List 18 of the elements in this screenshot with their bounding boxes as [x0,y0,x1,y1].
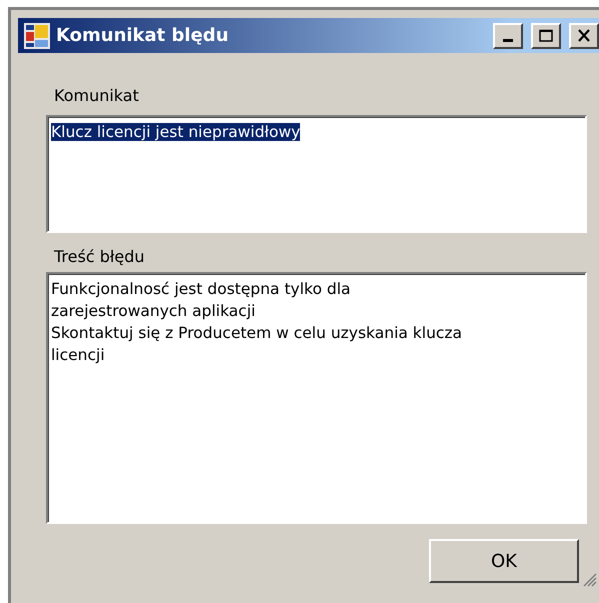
details-label: Treść błędu [54,247,146,266]
details-text-line: licencji [51,345,106,366]
details-text-line: Funkcjonalnosć jest dostępna tylko dla [51,279,352,300]
details-text-line: zarejestrowanych aplikacji [51,301,256,322]
minimize-button[interactable] [493,22,523,48]
close-icon [577,29,591,42]
minimize-icon [503,39,513,42]
app-icon [24,22,50,48]
ok-button[interactable]: OK [429,539,579,583]
message-label: Komunikat [54,86,140,105]
close-button[interactable] [569,22,599,48]
window-title: Komunikat blędu [56,25,230,46]
message-text: Klucz licencji jest nieprawidłowy [51,123,300,141]
message-field[interactable]: Klucz licencji jest nieprawidłowy [46,115,587,233]
maximize-icon [539,29,553,42]
maximize-button[interactable] [531,22,561,48]
details-field[interactable]: Funkcjonalnosć jest dostępna tylko dla zarejestrowanych aplikacji Skontaktuj się z Producetem w celu uzyskania klucza licencji [46,272,587,524]
details-text-line: Skontaktuj się z Producetem w celu uzyskania klucza [51,323,464,344]
